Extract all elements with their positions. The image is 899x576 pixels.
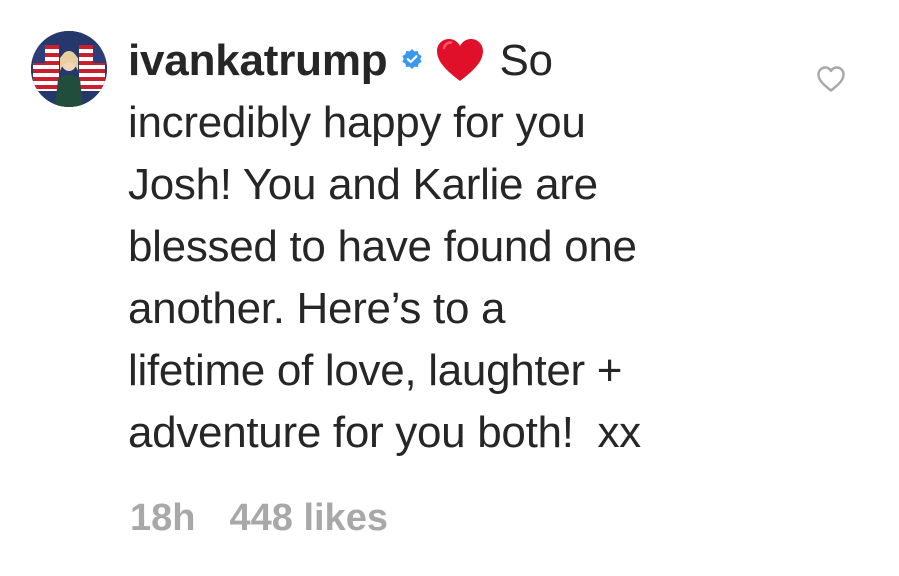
comment-first-line: ivankatrump So	[128, 30, 788, 92]
comment-text-line: blessed to have found one	[128, 222, 637, 271]
comment-meta: 18h 448 likes	[130, 494, 388, 542]
comment-text-line: incredibly happy for you	[128, 98, 586, 147]
avatar-image	[31, 31, 107, 107]
likes-count[interactable]: 448 likes	[229, 497, 387, 539]
avatar[interactable]	[31, 31, 107, 107]
verified-badge-icon	[401, 48, 423, 70]
timestamp[interactable]: 18h	[130, 497, 195, 539]
heart-outline-icon	[817, 66, 845, 92]
comment-body: ivankatrump So incredibly happy for you J…	[128, 30, 788, 464]
comment-text-line: Josh! You and Karlie are	[128, 160, 598, 209]
like-button[interactable]	[816, 65, 846, 93]
comment: ivankatrump So incredibly happy for you J…	[0, 0, 899, 576]
username-link[interactable]: ivankatrump	[128, 36, 388, 85]
comment-text-line: another. Here’s to a	[128, 284, 506, 333]
comment-text-line: So	[499, 36, 553, 85]
comment-text-line: adventure for you both! xx	[128, 408, 641, 457]
comment-text-line: lifetime of love, laughter +	[128, 346, 623, 395]
red-heart-emoji-icon	[435, 37, 485, 83]
